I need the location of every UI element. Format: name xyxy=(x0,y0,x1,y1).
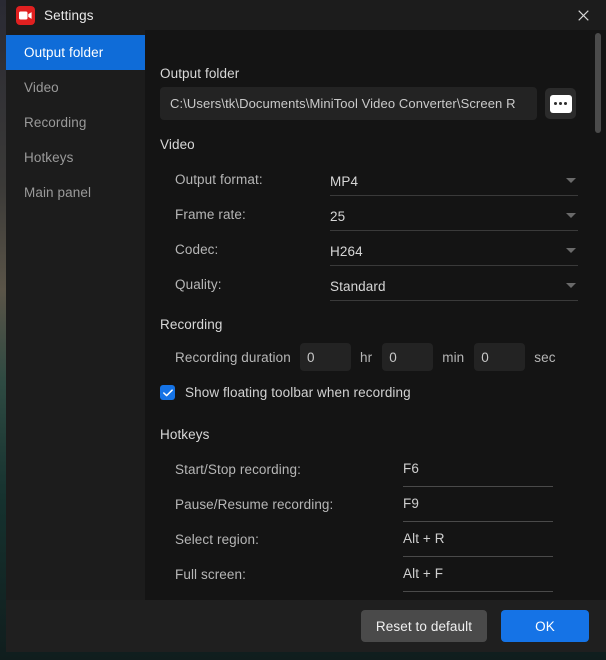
hotkey-start-stop-label: Start/Stop recording: xyxy=(175,462,301,477)
hotkeys-heading: Hotkeys xyxy=(160,427,209,442)
output-format-row: Output format: MP4 xyxy=(175,168,606,198)
ellipsis-dot xyxy=(554,102,557,105)
checkmark-icon xyxy=(163,389,173,397)
codec-row: Codec: H264 xyxy=(175,238,606,268)
duration-minutes-unit: min xyxy=(442,350,464,365)
recording-duration-row: Recording duration hr min sec xyxy=(175,343,566,371)
sidebar-item-label: Output folder xyxy=(24,45,103,60)
frame-rate-select[interactable]: 25 xyxy=(330,203,578,231)
codec-label: Codec: xyxy=(175,242,218,257)
ok-button[interactable]: OK xyxy=(501,610,589,642)
duration-minutes-input[interactable] xyxy=(382,343,433,371)
hotkey-pause-resume-input[interactable]: F9 xyxy=(403,493,553,522)
duration-hours-input[interactable] xyxy=(300,343,351,371)
settings-sidebar: Output folder Video Recording Hotkeys Ma… xyxy=(6,30,145,652)
hotkey-pause-resume-row: Pause/Resume recording: F9 xyxy=(175,493,605,523)
hotkey-start-stop-value: F6 xyxy=(403,458,553,476)
window-title: Settings xyxy=(44,8,94,23)
quality-value: Standard xyxy=(330,279,386,294)
hotkey-full-screen-row: Full screen: Alt + F xyxy=(175,563,605,593)
window-titlebar: Settings xyxy=(6,0,606,30)
floating-toolbar-checkbox[interactable] xyxy=(160,385,175,400)
chevron-down-icon xyxy=(566,178,576,183)
output-format-value: MP4 xyxy=(330,174,358,189)
ellipsis-dot xyxy=(564,102,567,105)
dialog-footer: Reset to default OK xyxy=(6,600,606,652)
codec-select[interactable]: H264 xyxy=(330,238,578,266)
duration-seconds-unit: sec xyxy=(534,350,555,365)
hotkey-full-screen-value: Alt + F xyxy=(403,563,553,581)
sidebar-item-output-folder[interactable]: Output folder xyxy=(6,35,145,70)
quality-label: Quality: xyxy=(175,277,222,292)
hotkey-full-screen-label: Full screen: xyxy=(175,567,246,582)
sidebar-item-label: Hotkeys xyxy=(24,150,73,165)
duration-seconds-input[interactable] xyxy=(474,343,525,371)
hotkey-start-stop-input[interactable]: F6 xyxy=(403,458,553,487)
quality-row: Quality: Standard xyxy=(175,273,606,303)
settings-content: Output folder Video Output format: MP4 xyxy=(145,30,606,600)
hotkey-start-stop-row: Start/Stop recording: F6 xyxy=(175,458,605,488)
duration-hours-unit: hr xyxy=(360,350,372,365)
browse-folder-button[interactable] xyxy=(545,88,576,119)
chevron-down-icon xyxy=(566,248,576,253)
video-camera-icon xyxy=(16,6,35,25)
sidebar-item-label: Video xyxy=(24,80,59,95)
sidebar-item-label: Recording xyxy=(24,115,86,130)
output-format-label: Output format: xyxy=(175,172,263,187)
codec-value: H264 xyxy=(330,244,363,259)
floating-toolbar-label: Show floating toolbar when recording xyxy=(185,385,411,400)
recording-duration-label: Recording duration xyxy=(175,350,300,365)
content-scrollbar[interactable] xyxy=(595,33,601,133)
hotkey-select-region-label: Select region: xyxy=(175,532,259,547)
close-icon[interactable] xyxy=(561,0,606,30)
hotkey-select-region-row: Select region: Alt + R xyxy=(175,528,605,558)
output-folder-row xyxy=(160,87,576,120)
ellipsis-icon xyxy=(550,95,572,113)
sidebar-item-hotkeys[interactable]: Hotkeys xyxy=(6,140,145,175)
frame-rate-label: Frame rate: xyxy=(175,207,246,222)
quality-select[interactable]: Standard xyxy=(330,273,578,301)
hotkey-full-screen-input[interactable]: Alt + F xyxy=(403,563,553,592)
chevron-down-icon xyxy=(566,213,576,218)
settings-window: Settings Output folder Video Recording H… xyxy=(6,0,606,652)
hotkey-select-region-value: Alt + R xyxy=(403,528,553,546)
frame-rate-row: Frame rate: 25 xyxy=(175,203,606,233)
output-folder-input[interactable] xyxy=(160,87,537,120)
hotkey-select-region-input[interactable]: Alt + R xyxy=(403,528,553,557)
output-format-select[interactable]: MP4 xyxy=(330,168,578,196)
sidebar-item-video[interactable]: Video xyxy=(6,70,145,105)
hotkey-pause-resume-value: F9 xyxy=(403,493,553,511)
sidebar-item-label: Main panel xyxy=(24,185,91,200)
hotkey-pause-resume-label: Pause/Resume recording: xyxy=(175,497,333,512)
ellipsis-dot xyxy=(559,102,562,105)
reset-to-default-button[interactable]: Reset to default xyxy=(361,610,487,642)
sidebar-item-recording[interactable]: Recording xyxy=(6,105,145,140)
sidebar-item-main-panel[interactable]: Main panel xyxy=(6,175,145,210)
video-heading: Video xyxy=(160,137,195,152)
chevron-down-icon xyxy=(566,283,576,288)
floating-toolbar-row[interactable]: Show floating toolbar when recording xyxy=(160,385,411,400)
recording-heading: Recording xyxy=(160,317,222,332)
output-folder-heading: Output folder xyxy=(160,66,239,81)
frame-rate-value: 25 xyxy=(330,209,345,224)
